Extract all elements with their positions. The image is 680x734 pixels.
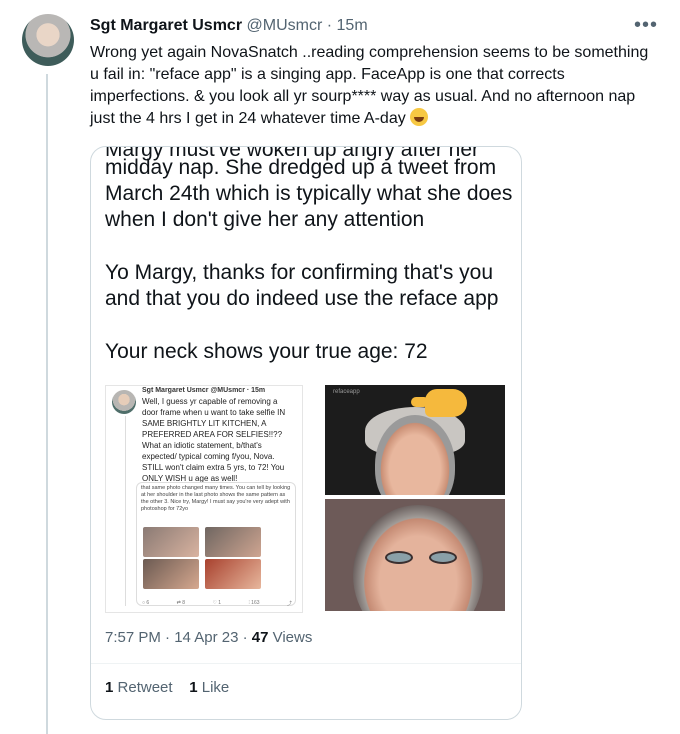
thread-line [46, 74, 48, 734]
mini-tweet-text: Well, I guess yr capable of removing a d… [142, 397, 286, 483]
mini-photo [143, 559, 199, 589]
quoted-paragraph: Yo Margy, thanks for confirming that's y… [105, 261, 499, 310]
tweet-header: Sgt Margaret Usmcr @MUsmcr · 15m [90, 16, 368, 36]
display-name[interactable]: Sgt Margaret Usmcr [90, 17, 242, 34]
quoted-paragraph: midday nap. She dredged up a tweet from … [105, 156, 513, 231]
photo-watermark: refaceapp [333, 389, 360, 395]
mini-thread-line [125, 416, 126, 606]
face-shape [353, 505, 483, 611]
quoted-timestamp[interactable]: 7:57 PM · 14 Apr 23 · [105, 629, 248, 646]
mini-photo [205, 527, 261, 557]
retweet-label: Retweet [117, 679, 173, 696]
views-label: Views [272, 629, 313, 646]
timestamp[interactable]: 15m [337, 17, 368, 34]
retweets-link[interactable]: 1 Retweet [105, 679, 173, 696]
like-label: Like [201, 679, 230, 696]
handle[interactable]: @MUsmcr [247, 17, 323, 34]
quoted-paragraph: Your neck shows your true age: 72 [105, 340, 428, 363]
selfie-photo-top[interactable]: refaceapp [325, 385, 505, 495]
eye-shape [429, 551, 457, 564]
mini-quote-text: that same photo changed many times. You … [141, 485, 291, 512]
mini-quote-card: that same photo changed many times. You … [136, 482, 296, 606]
retweet-count: 1 [105, 679, 114, 696]
eye-shape [385, 551, 413, 564]
quoted-stats: 1 Retweet 1 Like [105, 679, 229, 696]
mini-avatar [112, 390, 136, 414]
avatar[interactable] [22, 14, 74, 66]
like-count: 1 [189, 679, 198, 696]
mini-views-count: ⫶ 163 [248, 600, 260, 606]
mini-photo-grid [143, 527, 291, 589]
mini-reply-count: ○ 6 [142, 600, 150, 606]
mini-header: Sgt Margaret Usmcr @MUsmcr · 15m [142, 387, 266, 394]
separator-dot: · [326, 17, 333, 34]
likes-link[interactable]: 1 Like [189, 679, 229, 696]
quoted-tweet-card[interactable]: Margy must've woken up angry after her m… [90, 146, 522, 720]
rolling-on-floor-laughing-emoji [410, 108, 429, 126]
embedded-screenshot[interactable]: Sgt Margaret Usmcr @MUsmcr · 15m Well, I… [105, 385, 303, 613]
tweet-text: Wrong yet again NovaSnatch ..reading com… [90, 42, 660, 130]
quoted-media[interactable]: Sgt Margaret Usmcr @MUsmcr · 15m Well, I… [105, 385, 505, 613]
quoted-tweet-text: midday nap. She dredged up a tweet from … [105, 155, 515, 392]
views-count: 47 [251, 629, 269, 646]
more-horizontal-icon[interactable]: ••• [634, 14, 658, 37]
quoted-meta: 7:57 PM · 14 Apr 23 · 47 Views [105, 629, 312, 646]
tweet-body: Wrong yet again NovaSnatch ..reading com… [90, 44, 649, 127]
divider [91, 663, 521, 664]
selfie-photo-bottom[interactable] [325, 499, 505, 611]
mini-share-icon: ⤴ [286, 601, 292, 607]
mini-photo [205, 559, 261, 589]
mini-photo [143, 527, 199, 557]
mini-action-bar: ○ 6 ⇄ 8 ♡ 1 ⫶ 163 ⤴ [142, 600, 292, 607]
mini-retweet-count: ⇄ 8 [176, 600, 185, 606]
pointing-finger-emoji [411, 389, 467, 417]
mini-like-count: ♡ 1 [212, 600, 222, 606]
